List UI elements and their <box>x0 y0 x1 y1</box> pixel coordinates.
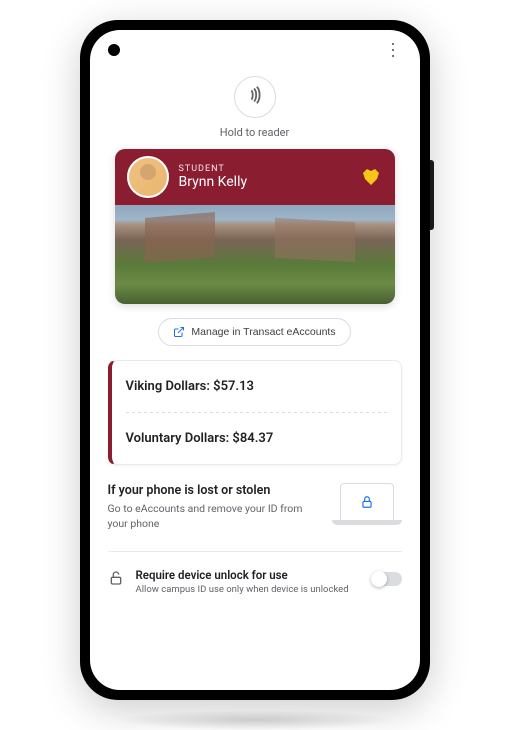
unlock-toggle-section: Require device unlock for use Allow camp… <box>108 568 402 596</box>
campus-image <box>115 205 395 304</box>
student-id-card[interactable]: STUDENT Brynn Kelly <box>115 149 395 304</box>
unlock-text: Require device unlock for use Allow camp… <box>136 568 360 596</box>
divider <box>108 551 402 552</box>
nfc-label: Hold to reader <box>220 126 289 139</box>
lost-phone-title: If your phone is lost or stolen <box>108 483 318 498</box>
nfc-circle <box>234 76 276 118</box>
balance-voluntary-dollars: Voluntary Dollars: $84.37 <box>112 413 401 464</box>
laptop-screen <box>340 483 394 521</box>
lost-phone-section: If your phone is lost or stolen Go to eA… <box>108 483 402 533</box>
laptop-base <box>332 520 402 525</box>
balance-card: Viking Dollars: $57.13 Voluntary Dollars… <box>108 360 402 465</box>
lost-phone-text: If your phone is lost or stolen Go to eA… <box>108 483 318 531</box>
laptop-graphic <box>332 483 402 533</box>
camera-dot <box>108 44 120 56</box>
more-vertical-icon[interactable]: ⋯ <box>383 41 401 57</box>
phone-frame: ⋯ Hold to reader STUDENT Brynn Kel <box>80 20 430 700</box>
status-bar: ⋯ <box>90 30 420 68</box>
phone-side-button <box>430 160 434 230</box>
contactless-icon <box>244 84 266 110</box>
unlock-title: Require device unlock for use <box>136 568 360 582</box>
school-logo-icon <box>359 165 383 189</box>
nfc-section: Hold to reader <box>90 68 420 149</box>
card-role: STUDENT <box>179 164 359 174</box>
toggle-knob <box>371 571 387 587</box>
card-text: STUDENT Brynn Kelly <box>179 164 359 190</box>
open-external-icon <box>173 326 185 338</box>
card-name: Brynn Kelly <box>179 174 359 190</box>
screen: ⋯ Hold to reader STUDENT Brynn Kel <box>90 30 420 690</box>
card-header: STUDENT Brynn Kelly <box>115 149 395 205</box>
unlock-icon <box>108 570 124 586</box>
manage-eaccounts-button[interactable]: Manage in Transact eAccounts <box>158 318 350 346</box>
lost-phone-desc: Go to eAccounts and remove your ID from … <box>108 502 318 531</box>
lock-icon <box>360 495 374 509</box>
balance-viking-dollars: Viking Dollars: $57.13 <box>112 361 401 412</box>
avatar <box>127 156 169 198</box>
phone-shadow <box>115 710 395 730</box>
unlock-toggle[interactable] <box>372 572 402 586</box>
unlock-desc: Allow campus ID use only when device is … <box>136 584 360 596</box>
manage-label: Manage in Transact eAccounts <box>191 326 335 338</box>
